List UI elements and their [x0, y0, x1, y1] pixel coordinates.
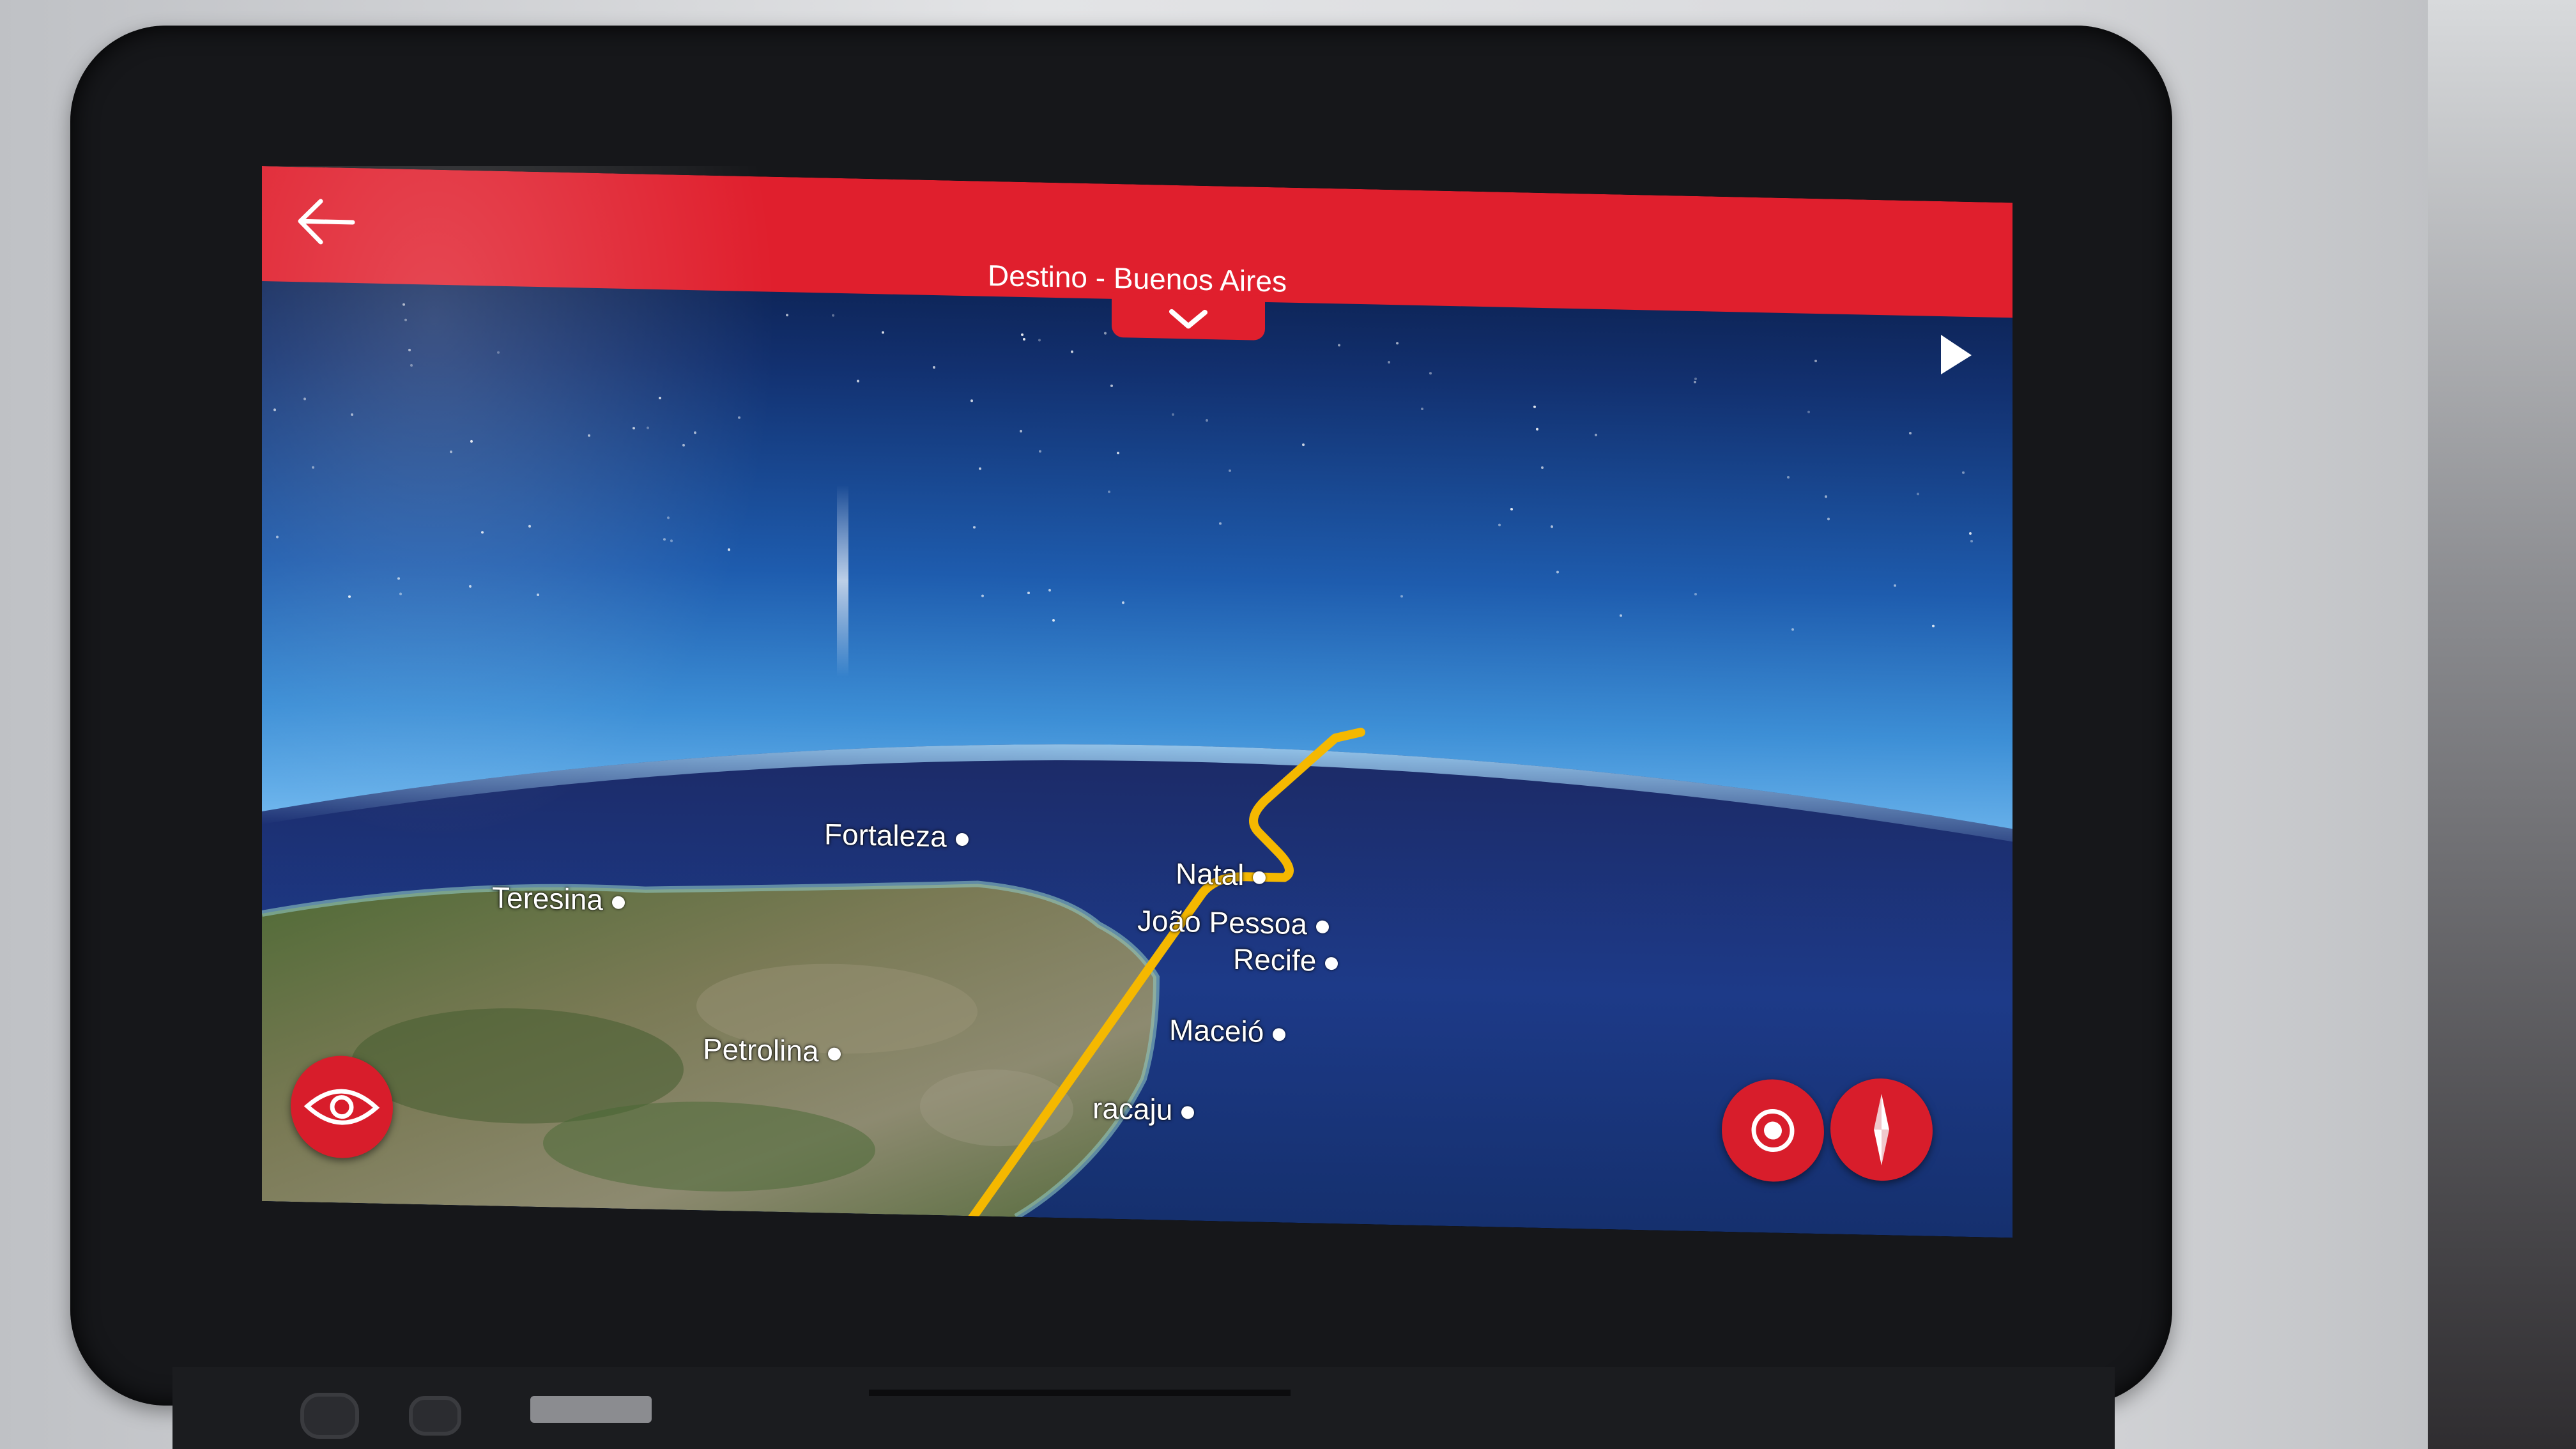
city-label-recife[interactable]: Recife	[1233, 942, 1338, 978]
city-name: Maceió	[1169, 1013, 1264, 1048]
city-marker	[1181, 1105, 1195, 1119]
next-button[interactable]	[1923, 322, 1987, 387]
city-marker	[955, 832, 969, 847]
city-name: racaju	[1092, 1091, 1173, 1126]
city-label-fortaleza[interactable]: Fortaleza	[824, 816, 969, 854]
usb-port	[530, 1396, 652, 1423]
city-label-natal[interactable]: Natal	[1176, 856, 1266, 893]
city-label-maceio[interactable]: Maceió	[1169, 1013, 1286, 1050]
cabin-background	[2428, 0, 2576, 1449]
city-label-petrolina[interactable]: Petrolina	[703, 1031, 841, 1069]
back-arrow-icon	[298, 199, 355, 245]
bezel-bottom-panel	[172, 1367, 2115, 1449]
city-marker	[1325, 956, 1338, 970]
city-marker	[1273, 1027, 1286, 1041]
collapse-button[interactable]	[1163, 307, 1214, 334]
city-name: Recife	[1233, 942, 1317, 977]
city-marker	[611, 896, 625, 909]
city-label-teresina[interactable]: Teresina	[492, 880, 625, 917]
compass-icon	[1874, 1094, 1889, 1166]
city-marker	[1315, 920, 1329, 933]
city-marker	[1253, 871, 1266, 884]
city-name: João Pessoa	[1137, 903, 1307, 941]
eye-icon	[303, 1089, 380, 1125]
city-marker	[827, 1047, 841, 1061]
headphone-jack	[300, 1393, 359, 1439]
city-name: Natal	[1176, 856, 1245, 892]
city-label-aracaju[interactable]: racaju	[1092, 1091, 1195, 1127]
target-icon	[1751, 1109, 1795, 1153]
play-icon	[1941, 335, 1972, 375]
card-slot	[869, 1390, 1291, 1396]
moving-map-screen: Destino - Buenos Aires Fortaleza Teresin…	[262, 166, 2012, 1238]
city-name: Fortaleza	[824, 817, 947, 854]
chevron-down-icon	[1169, 309, 1208, 329]
headphone-jack-secondary	[409, 1396, 461, 1436]
city-name: Teresina	[492, 880, 603, 917]
city-name: Petrolina	[703, 1032, 819, 1068]
city-label-joao-pessoa[interactable]: João Pessoa	[1137, 903, 1329, 942]
